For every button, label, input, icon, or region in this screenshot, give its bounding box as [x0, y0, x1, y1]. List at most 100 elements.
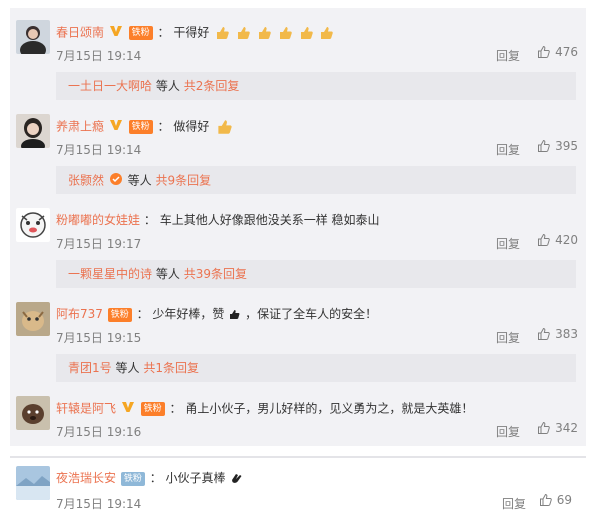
reply-summary-text: 等人	[127, 173, 152, 188]
view-replies-link[interactable]: 共2条回复	[184, 79, 240, 93]
thumbs-up-emoji-icon	[277, 25, 293, 41]
thumbs-up-icon	[538, 233, 550, 246]
reply-summary[interactable]: 张颢然 等人 共9条回复	[56, 166, 576, 194]
reply-button[interactable]: 回复	[502, 495, 526, 512]
username-link[interactable]: 春日颂南	[56, 26, 104, 40]
thumbs-up-emoji-icon	[318, 25, 334, 41]
view-replies-link[interactable]: 共1条回复	[143, 361, 199, 375]
avatar[interactable]	[16, 396, 50, 430]
like-count: 342	[555, 421, 578, 435]
reply-username[interactable]: 青团1号	[68, 361, 112, 375]
comment-time: 7月15日 19:14	[56, 497, 142, 511]
view-replies-link[interactable]: 共39条回复	[184, 267, 247, 281]
comment-item: 春日颂南 铁粉 ： 干得好 7月15日 19:14 回复 476 一土日一大啊哈…	[10, 8, 586, 102]
verified-v-icon	[121, 400, 135, 418]
like-button[interactable]: 395	[537, 139, 578, 153]
like-count: 420	[555, 233, 578, 247]
view-replies-link[interactable]: 共9条回复	[156, 174, 212, 188]
like-count: 395	[555, 139, 578, 153]
reply-username[interactable]: 一颗星星中的诗	[68, 267, 152, 281]
avatar[interactable]	[16, 208, 50, 242]
reply-summary-text: 等人	[155, 79, 180, 93]
thumbs-up-icon	[538, 45, 550, 58]
verified-v-icon	[109, 24, 123, 42]
thumbs-up-emoji-icon	[256, 25, 272, 41]
like-count: 69	[556, 493, 572, 507]
colon-separator: ：	[157, 25, 170, 40]
reply-summary[interactable]: 青团1号 等人 共1条回复	[56, 354, 576, 382]
like-count: 383	[555, 327, 578, 341]
fan-badge: 铁粉	[128, 120, 153, 134]
thumbs-up-emoji-icon	[214, 118, 234, 136]
fan-badge: 铁粉	[107, 307, 132, 322]
reply-button[interactable]: 回复	[496, 329, 520, 346]
comment-time: 7月15日 19:17	[56, 237, 142, 251]
fan-badge: 铁粉	[128, 26, 153, 40]
reply-button[interactable]: 回复	[496, 423, 520, 440]
username-link[interactable]: 养肃上瘾	[56, 120, 104, 134]
like-button[interactable]: 69	[539, 493, 572, 507]
comment-item: 阿布737 铁粉 ： 少年好棒，赞 ，保证了全车人的安全！ 7月15日 19:1…	[10, 290, 586, 384]
avatar[interactable]	[16, 20, 50, 54]
reply-username[interactable]: 一土日一大啊哈	[68, 79, 152, 93]
thumbs-up-emoji-icon	[298, 25, 314, 41]
thumbs-up-icon	[538, 421, 550, 434]
comment-text: 养肃上瘾 铁粉 ： 做得好	[56, 118, 234, 136]
comment-content: 小伙子真棒	[165, 471, 226, 485]
fan-badge: 铁粉	[120, 471, 145, 486]
comment-time: 7月15日 19:15	[56, 331, 142, 345]
avatar[interactable]	[16, 302, 50, 336]
comment-item: 粉嘟嘟的女娃娃 ： 车上其他人好像跟他没关系一样 稳如泰山 7月15日 19:1…	[10, 196, 586, 290]
comment-time: 7月15日 19:16	[56, 425, 142, 439]
username-link[interactable]: 阿布737	[56, 307, 103, 321]
fan-badge: 铁粉	[140, 402, 165, 416]
comment-text: 春日颂南 铁粉 ： 干得好	[56, 24, 334, 42]
username-link[interactable]: 粉嘟嘟的女娃娃	[56, 213, 140, 227]
comment-time: 7月15日 19:14	[56, 143, 142, 157]
reply-button[interactable]: 回复	[496, 235, 520, 252]
thumbs-up-emoji-icon	[214, 25, 230, 41]
username-link[interactable]: 轩辕是阿飞	[56, 402, 116, 416]
thumbs-up-icon	[539, 493, 552, 506]
reply-button[interactable]: 回复	[496, 141, 520, 158]
comment-item: 养肃上瘾 铁粉 ： 做得好 7月15日 19:14 回复 395 张颢然 等人 …	[10, 102, 586, 196]
colon-separator: ：	[149, 471, 162, 485]
reply-summary-text: 等人	[115, 361, 140, 375]
comment-text: 轩辕是阿飞 铁粉 ： 甬上小伙子，男儿好样的，见义勇为之，就是大英雄！	[56, 400, 473, 418]
thumbs-up-small-emoji-icon	[229, 307, 241, 323]
comment-time: 7月15日 19:14	[56, 49, 142, 63]
reply-summary-text: 等人	[155, 267, 180, 281]
colon-separator: ：	[157, 119, 170, 134]
reply-button[interactable]: 回复	[496, 47, 520, 64]
fan-level-icon	[109, 172, 123, 190]
comment-content: 做得好	[173, 119, 210, 134]
colon-separator: ：	[169, 401, 182, 416]
like-count: 476	[555, 45, 578, 59]
like-button[interactable]: 342	[537, 421, 578, 435]
thumbs-up-icon	[538, 139, 550, 152]
thumbs-up-emoji-icon	[235, 25, 251, 41]
thumbs-up-icon	[538, 327, 550, 340]
username-link[interactable]: 夜浩瑞长安	[56, 471, 116, 485]
comment-item: 夜浩瑞长安 铁粉 ： 小伙子真棒 7月15日 19:14 回复 69	[10, 456, 586, 516]
comment-content: 干得好	[173, 25, 210, 40]
comment-list: 春日颂南 铁粉 ： 干得好 7月15日 19:14 回复 476 一土日一大啊哈…	[10, 8, 586, 446]
comment-content: 车上其他人好像跟他没关系一样 稳如泰山	[159, 213, 380, 227]
colon-separator: ：	[136, 307, 149, 321]
avatar[interactable]	[16, 114, 50, 148]
comment-text: 粉嘟嘟的女娃娃 ： 车上其他人好像跟他没关系一样 稳如泰山	[56, 212, 380, 228]
like-button[interactable]: 476	[537, 45, 578, 59]
comment-content-continued: ，保证了全车人的安全！	[245, 307, 378, 321]
comment-content: 甬上小伙子，男儿好样的，见义勇为之，就是大英雄！	[185, 401, 474, 416]
avatar[interactable]	[16, 466, 50, 500]
comment-content: 少年好棒，赞	[152, 307, 225, 321]
reply-username[interactable]: 张颢然	[68, 174, 104, 188]
like-button[interactable]: 383	[537, 327, 578, 341]
clapping-emoji-icon	[230, 471, 244, 487]
like-button[interactable]: 420	[537, 233, 578, 247]
comment-text: 夜浩瑞长安 铁粉 ： 小伙子真棒	[56, 470, 244, 487]
reply-summary[interactable]: 一土日一大啊哈 等人 共2条回复	[56, 72, 576, 100]
reply-summary[interactable]: 一颗星星中的诗 等人 共39条回复	[56, 260, 576, 288]
verified-v-icon	[109, 118, 123, 136]
comment-text: 阿布737 铁粉 ： 少年好棒，赞 ，保证了全车人的安全！	[56, 306, 377, 323]
